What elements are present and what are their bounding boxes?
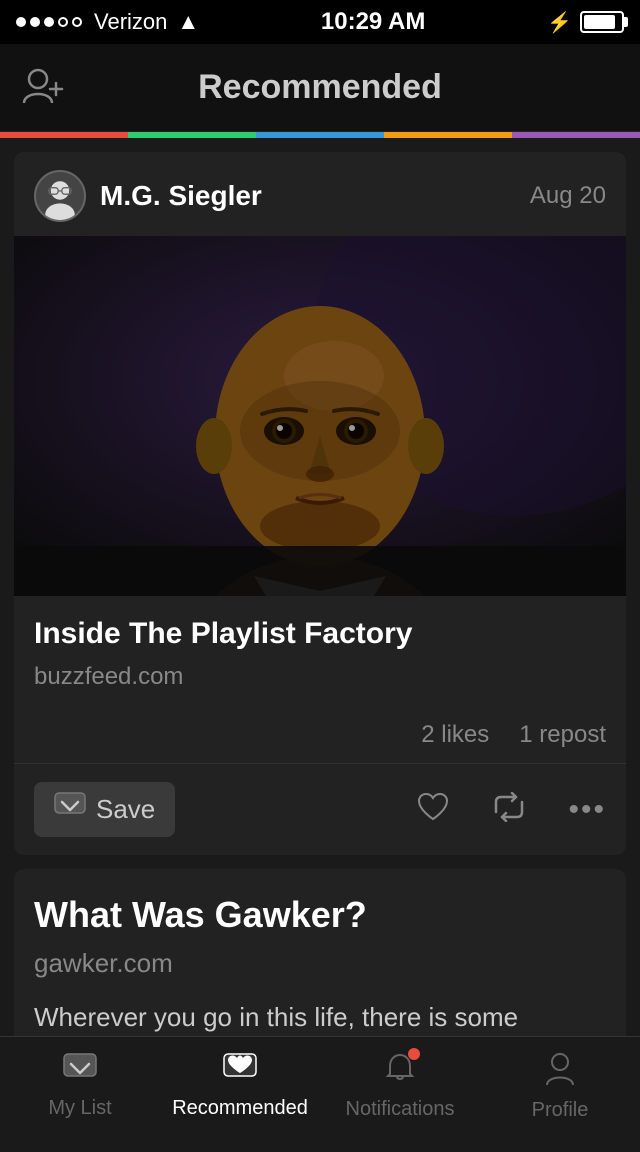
article-title-1: Inside The Playlist Factory: [34, 614, 606, 653]
notifications-icon: [384, 1052, 416, 1092]
card-actions-1: Save •••: [14, 763, 626, 855]
like-button[interactable]: [416, 789, 450, 831]
article-card-1: M.G. Siegler Aug 20: [14, 152, 626, 855]
article-title-2: What Was Gawker?: [34, 893, 606, 936]
my-list-icon: [63, 1053, 97, 1091]
tab-recommended[interactable]: Recommended: [160, 1037, 320, 1136]
notifications-label: Notifications: [346, 1098, 455, 1121]
card-date: Aug 20: [530, 182, 606, 210]
signal-dot-2: [30, 17, 40, 27]
pocket-save-icon: [54, 792, 86, 827]
article-source-2: gawker.com: [34, 948, 606, 979]
recommended-label: Recommended: [172, 1097, 308, 1120]
status-bar: Verizon ▲ 10:29 AM ⚡: [0, 0, 640, 44]
article-source-1: buzzfeed.com: [34, 663, 606, 691]
color-bar: [0, 132, 640, 138]
card-author: M.G. Siegler: [34, 170, 262, 222]
tab-my-list[interactable]: My List: [0, 1037, 160, 1136]
battery-indicator: [580, 11, 624, 33]
color-seg-3: [256, 132, 384, 138]
hero-face: [14, 236, 626, 596]
status-right: ⚡: [547, 10, 624, 35]
reposts-count: 1 repost: [519, 721, 606, 749]
color-seg-2: [128, 132, 256, 138]
card-header-1: M.G. Siegler Aug 20: [14, 152, 626, 236]
signal-dot-1: [16, 17, 26, 27]
page-title: Recommended: [198, 68, 442, 107]
recommended-icon: [223, 1053, 257, 1091]
card-stats-1: 2 likes 1 repost: [14, 721, 626, 763]
tab-bar: My List Recommended Notifications: [0, 1036, 640, 1136]
likes-count: 2 likes: [421, 721, 489, 749]
avatar: [34, 170, 86, 222]
repost-button[interactable]: [490, 789, 528, 831]
notification-dot: [408, 1048, 420, 1060]
profile-icon: [544, 1051, 576, 1093]
color-seg-4: [384, 132, 512, 138]
color-seg-1: [0, 132, 128, 138]
signal-dot-5: [72, 17, 82, 27]
status-left: Verizon ▲: [16, 9, 199, 35]
article-card-2: What Was Gawker? gawker.com Wherever you…: [14, 869, 626, 1052]
signal-dot-4: [58, 17, 68, 27]
article-excerpt-2: Wherever you go in this life, there is s…: [34, 999, 606, 1035]
card-body-1: Inside The Playlist Factory buzzfeed.com: [14, 596, 626, 721]
signal-dots: [16, 17, 82, 27]
battery-fill: [584, 15, 615, 29]
add-user-button[interactable]: [20, 63, 64, 112]
tab-profile[interactable]: Profile: [480, 1037, 640, 1136]
tab-notifications[interactable]: Notifications: [320, 1037, 480, 1136]
wifi-icon: ▲: [177, 9, 199, 35]
color-seg-5: [512, 132, 640, 138]
save-label: Save: [96, 794, 155, 825]
add-user-icon: [20, 63, 64, 112]
bluetooth-icon: ⚡: [547, 10, 572, 35]
nav-header: Recommended: [0, 44, 640, 132]
save-button[interactable]: Save: [34, 782, 175, 837]
status-time: 10:29 AM: [321, 8, 425, 36]
author-name: M.G. Siegler: [100, 180, 262, 212]
my-list-label: My List: [48, 1097, 111, 1120]
profile-label: Profile: [532, 1099, 589, 1122]
more-button[interactable]: •••: [568, 793, 606, 827]
signal-dot-3: [44, 17, 54, 27]
hero-image: [14, 236, 626, 596]
main-content: M.G. Siegler Aug 20: [0, 138, 640, 1152]
action-icons: •••: [175, 789, 606, 831]
carrier-label: Verizon: [94, 9, 167, 35]
